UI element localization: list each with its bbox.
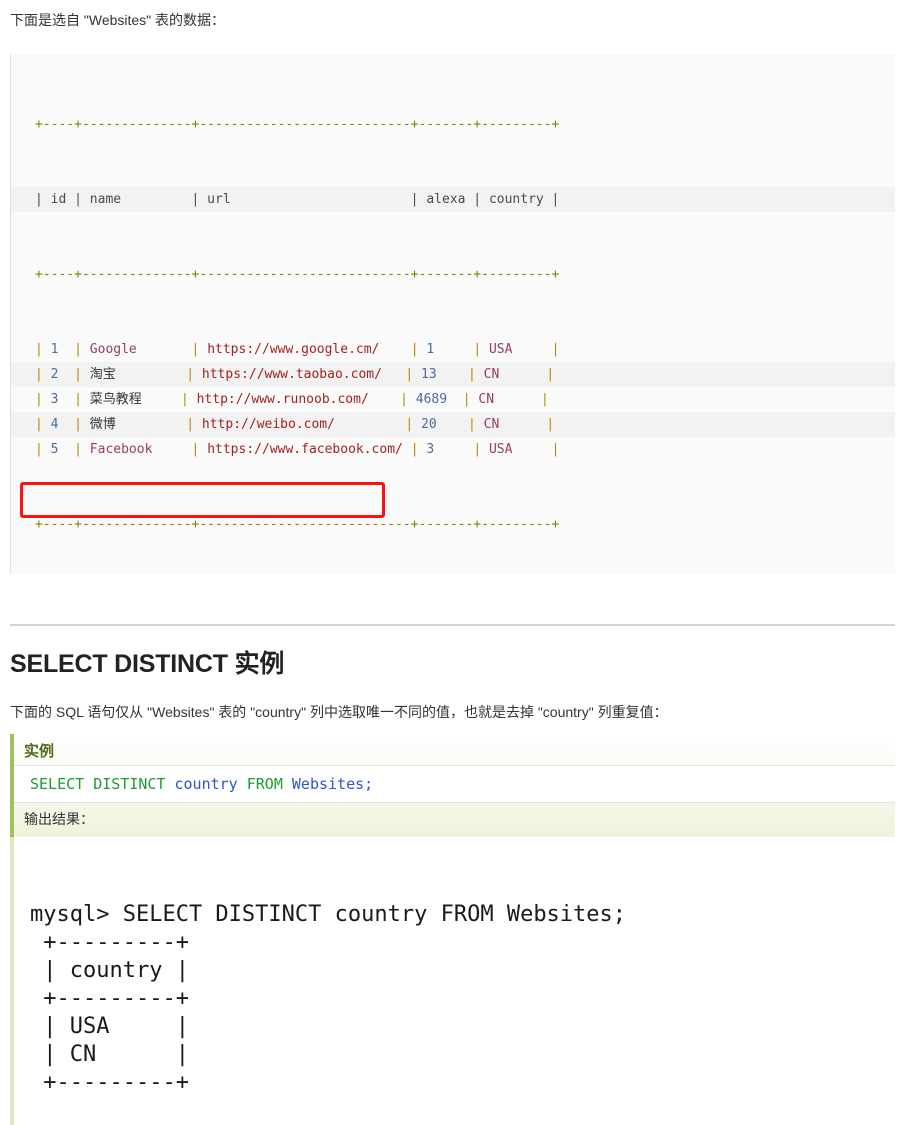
table-header-row: | id | name | url | alexa | country |	[11, 187, 895, 212]
sql-space-2	[238, 775, 247, 793]
table-cell-divider: |	[462, 392, 471, 407]
table-cell-divider: |	[546, 367, 555, 382]
table-rule-top: +----+--------------+-------------------…	[11, 112, 895, 137]
table-cell-divider: |	[400, 392, 408, 407]
table-row: | 5 | Facebook | https://www.facebook.co…	[11, 437, 895, 462]
table-cell-divider: |	[410, 442, 419, 457]
cell-country: CN	[470, 392, 541, 407]
cell-name: 微博	[81, 417, 187, 432]
table-cell-divider: |	[35, 342, 43, 357]
output-line: | CN |	[30, 1042, 189, 1067]
output-console-block: mysql> SELECT DISTINCT country FROM Webs…	[10, 837, 895, 1125]
cell-country: USA	[481, 442, 552, 457]
sql-space-1	[165, 775, 174, 793]
table-cell-divider: |	[551, 442, 560, 457]
table-cell-divider: |	[35, 367, 43, 382]
sql-keyword-select: SELECT DISTINCT	[30, 775, 166, 793]
sql-table-websites: Websites	[291, 775, 365, 793]
section-description: 下面的 SQL 语句仅从 "Websites" 表的 "country" 列中选…	[10, 704, 668, 720]
table-cell-divider: |	[35, 442, 43, 457]
cell-alexa: 4689	[407, 392, 463, 407]
output-result-label: 输出结果：	[24, 811, 94, 827]
section-divider	[10, 624, 895, 626]
output-line: +---------+	[30, 930, 189, 955]
table-row: | 4 | 微博 | http://weibo.com/ | 20 | CN |	[11, 412, 895, 437]
output-line: mysql> SELECT DISTINCT country FROM Webs…	[30, 902, 627, 927]
sql-semicolon: ;	[364, 775, 374, 793]
table-rule-mid: +----+--------------+-------------------…	[11, 262, 895, 287]
output-line: +---------+	[30, 986, 189, 1011]
table-rule-bottom: +----+--------------+-------------------…	[11, 512, 895, 537]
output-line: +---------+	[30, 1070, 189, 1095]
table-cell-divider: |	[74, 342, 82, 357]
table-cell-divider: |	[551, 342, 560, 357]
cell-url: https://www.google.cm/	[199, 342, 411, 357]
intro-paragraph: 下面是选自 "Websites" 表的数据：	[10, 12, 226, 28]
cell-country: USA	[481, 342, 552, 357]
cell-url: https://www.taobao.com/	[194, 367, 406, 382]
table-row: | 1 | Google | https://www.google.cm/ | …	[11, 337, 895, 362]
table-cell-divider: |	[35, 392, 43, 407]
example-label: 实例	[24, 743, 55, 760]
table-cell-divider: |	[473, 342, 482, 357]
table-cell-divider: |	[468, 367, 476, 382]
table-cell-divider: |	[180, 392, 189, 407]
cell-url: http://weibo.com/	[194, 417, 406, 432]
cell-id: 2	[42, 367, 75, 382]
table-cell-divider: |	[74, 367, 82, 382]
output-lines: mysql> SELECT DISTINCT country FROM Webs…	[30, 901, 895, 1097]
cell-id: 4	[42, 417, 75, 432]
cell-name: Facebook	[81, 442, 192, 457]
cell-country: CN	[475, 417, 547, 432]
websites-ascii-table: +----+--------------+-------------------…	[10, 54, 895, 574]
cell-alexa: 1	[418, 342, 474, 357]
cell-id: 5	[42, 442, 75, 457]
sql-keyword-from: FROM	[246, 775, 283, 793]
table-cell-divider: |	[186, 367, 195, 382]
table-cell-divider: |	[35, 417, 43, 432]
output-line: | USA |	[30, 1014, 189, 1039]
table-cell-divider: |	[74, 417, 82, 432]
cell-url: http://www.runoob.com/	[188, 392, 401, 407]
table-cell-divider: |	[186, 417, 195, 432]
cell-alexa: 13	[413, 367, 469, 382]
page-title: SELECT DISTINCT 实例	[10, 650, 285, 678]
table-cell-divider: |	[74, 392, 82, 407]
table-cell-divider: |	[541, 392, 549, 407]
sql-code-block[interactable]: SELECT DISTINCT country FROM Websites;	[14, 765, 895, 803]
cell-alexa: 3	[418, 442, 474, 457]
output-line: | country |	[30, 958, 189, 983]
cell-name: 菜鸟教程	[81, 392, 181, 407]
table-row: | 2 | 淘宝 | https://www.taobao.com/ | 13 …	[11, 362, 895, 387]
cell-alexa: 20	[413, 417, 469, 432]
cell-id: 3	[42, 392, 75, 407]
cell-url: https://www.facebook.com/	[199, 442, 411, 457]
example-box: 实例 SELECT DISTINCT country FROM Websites…	[10, 734, 895, 837]
table-row: | 3 | 菜鸟教程 | http://www.runoob.com/ | 46…	[11, 387, 895, 412]
cell-country: CN	[475, 367, 547, 382]
table-cell-divider: |	[546, 417, 555, 432]
cell-id: 1	[42, 342, 75, 357]
table-body: | 1 | Google | https://www.google.cm/ | …	[11, 337, 895, 462]
cell-name: 淘宝	[81, 367, 187, 382]
table-cell-divider: |	[473, 442, 482, 457]
table-cell-divider: |	[74, 442, 82, 457]
sql-column-country: country	[174, 775, 238, 793]
sql-space-3	[283, 775, 292, 793]
table-cell-divider: |	[468, 417, 476, 432]
cell-name: Google	[81, 342, 192, 357]
table-cell-divider: |	[410, 342, 419, 357]
